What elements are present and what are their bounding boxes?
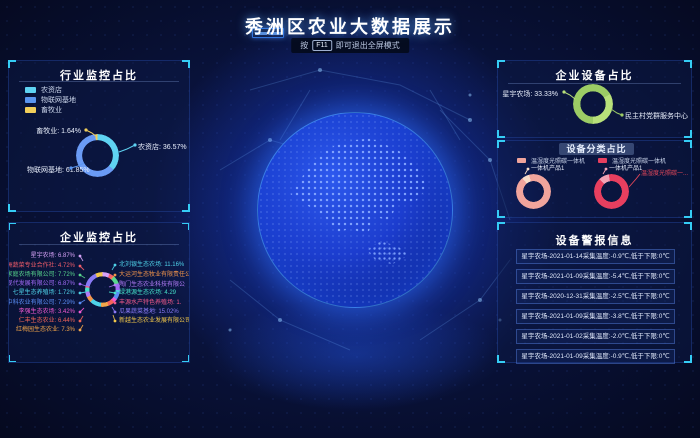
enterprise-label: 大运河生态牧业有限责任公 (119, 271, 190, 279)
enterprise-label: 北刘银生态农场: 11.16% (119, 261, 184, 269)
enterprise-label: 红梅园生态农业: 7.3% (16, 326, 75, 334)
enterprise-label: 陶门生态农业科技有限公 (119, 281, 185, 289)
legend-label: 畜牧业 (41, 105, 62, 115)
title-divider (19, 81, 179, 82)
f11-key: F11 (312, 40, 332, 51)
globe-islands-dots (367, 241, 410, 264)
enterprise-label: 丰源水产特色养殖场: 1. (119, 299, 181, 307)
alarm-row: 星宇农场-2021-01-09采集温度:-0.9℃,低于下限:0℃ (516, 349, 675, 364)
alarm-row: 星宇农场-2021-01-09采集温度:-5.4℃,低于下限:0℃ (516, 269, 675, 284)
enterprise-label: 家庭农场有限公司: 7.72% (8, 271, 75, 279)
legend-item[interactable]: 温湿度光照碳一体机 (517, 156, 585, 165)
panel-device-classification: 设备分类占比 温湿度光照碳一体机 一体机产品1 温湿度光照碳一体机 一体机产品1… (497, 140, 692, 218)
device-class-donut-left[interactable] (516, 174, 551, 209)
enterprise-label: 星宇农场: 6.87% (31, 252, 75, 260)
hint-prefix: 按 (300, 40, 308, 51)
fullscreen-hint: 按 F11 即可退出全屏模式 (291, 38, 409, 53)
alarm-row: 星宇农场-2021-01-09采集温度:-3.8℃,低于下限:0℃ (516, 309, 675, 324)
panel-title: 企业监控占比 (9, 229, 189, 245)
legend-swatch (25, 107, 36, 113)
panel-title: 设备警报信息 (498, 232, 691, 248)
callout-device-product: 一体机产品1 (609, 165, 642, 173)
callout-device-product: 一体机产品1 (531, 165, 564, 173)
callout-agristore: 农资店: 36.57% (138, 142, 187, 152)
legend-item[interactable]: 物联网基地 (25, 95, 76, 105)
legend-label: 温湿度光照碳一体机 (531, 156, 585, 165)
callout-livestock: 畜牧业: 1.64% (36, 126, 81, 136)
dashboard: 秀洲区农业大数据展示 按 F11 即可退出全屏模式 行业监控占比 农资店 物联网… (0, 0, 700, 438)
enterprise-label: 中科农业有限公司: 7.29% (8, 299, 75, 307)
panel-title: 企业设备占比 (498, 67, 691, 83)
legend-swatch (517, 158, 526, 163)
enterprise-label: 现代发展有限公司: 6.87% (8, 280, 75, 288)
callout-service-center: 民主村党群服务中心 (625, 111, 688, 121)
enterprise-label: 李强生态农场: 3.42% (19, 308, 75, 316)
legend-item[interactable]: 畜牧业 (25, 105, 62, 115)
enterprise-label: 瓜果蔬菜基地: 15.02% (119, 308, 179, 316)
legend-label: 农资店 (41, 85, 62, 95)
callout-star-farm: 星宇农场: 33.33% (502, 89, 558, 99)
legend-label: 温湿度光照碳一体机 (612, 156, 666, 165)
enterprise-label: 秀洲蔬菜专业合作社: 4.72% (8, 262, 75, 270)
globe-visualization[interactable] (257, 112, 453, 308)
enterprise-monitor-donut-chart[interactable] (85, 272, 120, 307)
callout-iot-base: 物联网基地: 61.85% (27, 165, 90, 175)
page-title: 秀洲区农业大数据展示 (0, 13, 700, 39)
legend-item[interactable]: 农资店 (25, 85, 62, 95)
globe-continent-dots (258, 113, 452, 307)
title-divider (19, 244, 179, 245)
enterprise-label: 绿港源生态农场: 4.29 (119, 289, 176, 297)
device-class-donut-right[interactable] (594, 174, 629, 209)
alarm-row: 星宇农场-2020-12-31采集温度:-2.5℃,低于下限:0℃ (516, 289, 675, 304)
enterprise-label: 七星生态养殖场: 1.72% (13, 289, 75, 297)
enterprise-label: 新越生态农业发展有限公司: 6.87 (119, 317, 190, 325)
panel-industry-monitor: 行业监控占比 农资店 物联网基地 畜牧业 畜牧业: 1.64% 农资店: 36.… (8, 60, 190, 212)
device-ratio-donut-chart[interactable] (573, 84, 613, 124)
callout-device-type: 温湿度光照碳一... (641, 170, 688, 178)
alarm-row: 星宇农场-2021-01-14采集温度:-0.9℃,低于下限:0℃ (516, 249, 675, 264)
legend-swatch (25, 87, 36, 93)
legend-item[interactable]: 温湿度光照碳一体机 (598, 156, 666, 165)
panel-enterprise-device: 企业设备占比 星宇农场: 33.33% 民主村党群服务中心 (497, 60, 692, 138)
enterprise-label: 仁丰生态农业: 6.44% (19, 317, 75, 325)
legend-swatch (25, 97, 36, 103)
globe-underglow (205, 300, 505, 410)
legend-swatch (598, 158, 607, 163)
alarm-row: 星宇农场-2021-01-02采集温度:-2.0℃,低于下限:0℃ (516, 329, 675, 344)
panel-device-alarms: 设备警报信息 星宇农场-2021-01-14采集温度:-0.9℃,低于下限:0℃… (497, 222, 692, 363)
legend-label: 物联网基地 (41, 95, 76, 105)
section-title: 设备分类占比 (559, 143, 634, 155)
hint-suffix: 即可退出全屏模式 (336, 40, 400, 51)
panel-enterprise-monitor: 企业监控占比 星宇农场: 6.87% 秀洲蔬菜专业合作社: 4.72% 家庭农场… (8, 222, 190, 363)
